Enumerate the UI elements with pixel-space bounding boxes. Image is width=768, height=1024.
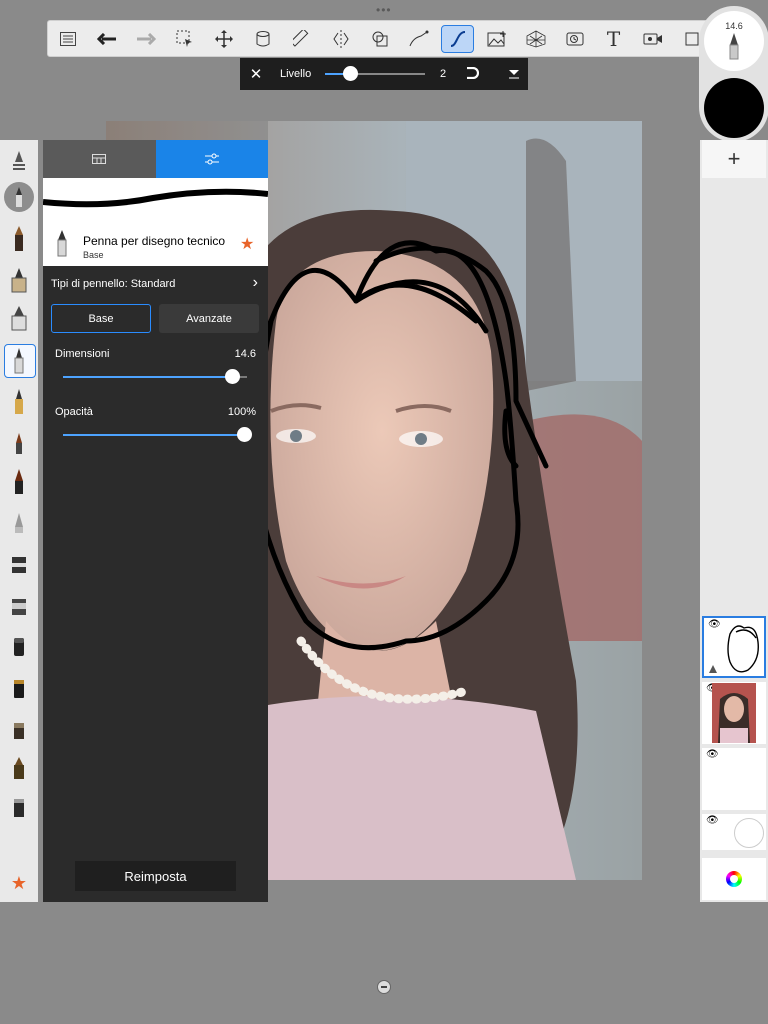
curve-icon[interactable] — [399, 21, 438, 56]
size-value: 14.6 — [234, 348, 256, 360]
main-toolbar: T — [47, 20, 713, 57]
dropdown-icon[interactable] — [507, 67, 521, 82]
magnet-icon[interactable] — [465, 66, 487, 82]
pen-icon — [729, 33, 739, 60]
level-bar: ✕ Livello 2 — [240, 58, 528, 90]
level-slider-thumb[interactable] — [343, 66, 358, 81]
close-icon[interactable]: ✕ — [240, 65, 272, 83]
chalk-icon[interactable] — [0, 711, 38, 749]
brush-properties-panel: Penna per disegno tecnico Base ★ Tipi di… — [42, 140, 269, 902]
image-icon[interactable] — [477, 21, 516, 56]
size-slider-thumb[interactable] — [225, 369, 240, 384]
video-icon[interactable] — [633, 21, 672, 56]
opacity-label: Opacità — [55, 406, 93, 418]
brush-size-puck[interactable]: 14.6 — [704, 11, 764, 71]
brush-header: Penna per disegno tecnico Base ★ — [43, 216, 268, 266]
opacity-slider[interactable] — [63, 427, 252, 443]
text-icon-glyph: T — [606, 26, 621, 51]
panel-segments — [43, 140, 268, 178]
stroke-icon[interactable] — [441, 24, 474, 53]
technical-pen-small-icon — [57, 230, 67, 257]
inking-brush-icon[interactable] — [0, 262, 38, 300]
selection-icon[interactable] — [165, 21, 204, 56]
brush-settings-tab[interactable] — [155, 140, 268, 178]
technical-pen-icon[interactable] — [0, 342, 38, 380]
stroke-preview — [42, 178, 269, 216]
eraser-icon[interactable] — [0, 628, 38, 666]
layer-photo[interactable]: 👁 — [702, 682, 766, 744]
level-slider[interactable] — [325, 66, 425, 82]
tab-base[interactable]: Base — [51, 304, 151, 333]
marker-brush-icon[interactable] — [0, 300, 38, 338]
tab-advanced[interactable]: Avanzate — [159, 304, 259, 333]
text-icon[interactable]: T — [594, 21, 633, 56]
undo-icon[interactable] — [87, 21, 126, 56]
add-layer-button[interactable]: + — [702, 140, 766, 178]
toolbar-grabber[interactable]: ••• — [376, 3, 392, 17]
eye-icon[interactable]: 👁 — [706, 749, 719, 760]
color-wheel-button[interactable] — [702, 858, 766, 900]
brush-types-label: Tipi di pennello: Standard — [51, 278, 176, 290]
brush-size-value: 14.6 — [725, 21, 743, 31]
background-color-swatch[interactable] — [734, 818, 764, 848]
perspective-icon[interactable] — [516, 21, 555, 56]
layer-photo-thumb — [712, 683, 756, 743]
pencil-icon[interactable] — [0, 220, 38, 258]
brush-preview[interactable]: 14.6 — [699, 6, 768, 142]
fill-icon[interactable] — [243, 21, 282, 56]
reset-button-label: Reimposta — [124, 868, 187, 884]
layer-sketch-brush-icon — [709, 665, 717, 673]
color-puck[interactable] — [704, 78, 764, 138]
eye-icon[interactable]: 👁 — [706, 815, 719, 826]
blur-icon[interactable] — [0, 587, 38, 625]
brush-library-icon[interactable] — [0, 142, 38, 180]
canvas-handle-icon[interactable] — [377, 980, 391, 994]
brush-sets-tab[interactable] — [43, 140, 156, 178]
layer-sketch[interactable]: 👁 — [702, 616, 766, 678]
current-brush-icon[interactable] — [0, 178, 38, 216]
redo-icon[interactable] — [126, 21, 165, 56]
list-icon[interactable] — [48, 21, 87, 56]
transform-icon[interactable] — [204, 21, 243, 56]
reset-button[interactable]: Reimposta — [75, 861, 236, 891]
favorite-star-icon[interactable]: ★ — [240, 234, 254, 254]
airbrush-icon[interactable] — [0, 503, 38, 541]
size-slider[interactable] — [63, 369, 247, 385]
quill-brush-icon[interactable] — [0, 383, 38, 421]
level-value: 2 — [440, 68, 447, 80]
tab-advanced-label: Avanzate — [186, 312, 232, 325]
size-slider-fill — [63, 376, 229, 378]
brush-types-row[interactable]: Tipi di pennello: Standard › — [43, 266, 268, 302]
favorites-star-icon[interactable]: ★ — [0, 864, 38, 902]
chevron-right-icon: › — [252, 274, 258, 291]
layer-empty[interactable]: 👁 — [702, 748, 766, 810]
shape-icon[interactable] — [360, 21, 399, 56]
brush-name: Penna per disegno tecnico — [83, 234, 226, 248]
smudge-icon[interactable] — [0, 545, 38, 583]
brush-library: ★ — [0, 140, 38, 902]
symmetry-icon[interactable] — [321, 21, 360, 56]
crayon-icon[interactable] — [0, 750, 38, 788]
layer-sketch-thumb — [727, 625, 759, 673]
brush-subtitle: Base — [83, 250, 104, 260]
layer-background[interactable]: 👁 — [702, 814, 766, 850]
color-wheel-icon — [726, 871, 742, 887]
level-label: Livello — [280, 68, 312, 80]
pastel-icon[interactable] — [0, 788, 38, 826]
opacity-value: 100% — [227, 406, 256, 418]
opacity-slider-fill — [63, 434, 243, 436]
add-layer-label: + — [727, 146, 741, 171]
timelapse-icon[interactable] — [555, 21, 594, 56]
soft-eraser-icon[interactable] — [0, 670, 38, 708]
paint-brush-icon[interactable] — [0, 423, 38, 461]
ink-brush-icon[interactable] — [0, 463, 38, 501]
ruler-icon[interactable] — [282, 21, 321, 56]
eye-icon[interactable]: 👁 — [708, 619, 721, 630]
tab-base-label: Base — [88, 312, 114, 325]
size-label: Dimensioni — [55, 348, 110, 360]
opacity-slider-thumb[interactable] — [237, 427, 252, 442]
